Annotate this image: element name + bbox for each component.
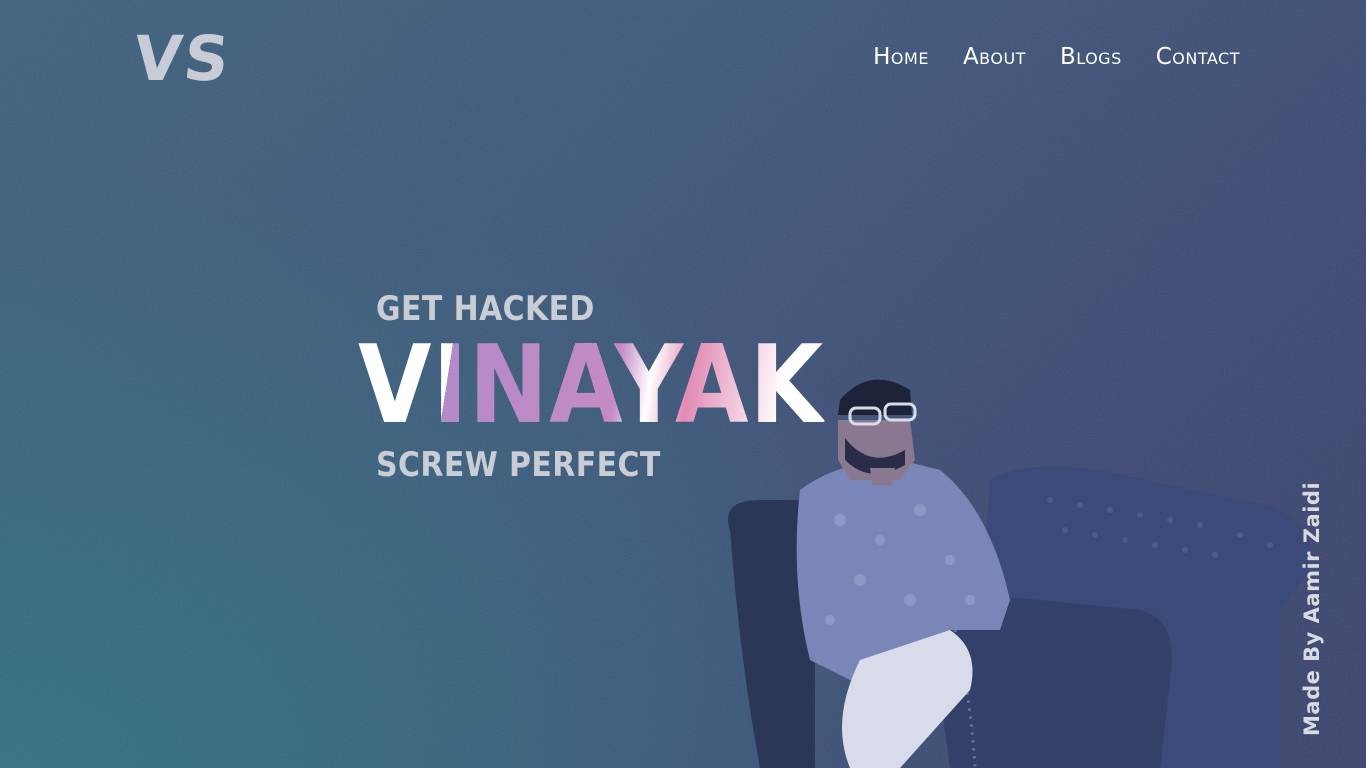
author-credit: Made By Aamir Zaidi [1300,481,1324,736]
main-nav: Home About Blogs Contact [873,44,1240,70]
logo[interactable]: VS [130,22,234,95]
nav-home[interactable]: Home [873,44,929,70]
nav-blogs[interactable]: Blogs [1060,44,1122,70]
nav-about[interactable]: About [963,44,1026,70]
portrait-photo [728,379,1312,768]
nav-contact[interactable]: Contact [1156,44,1240,70]
